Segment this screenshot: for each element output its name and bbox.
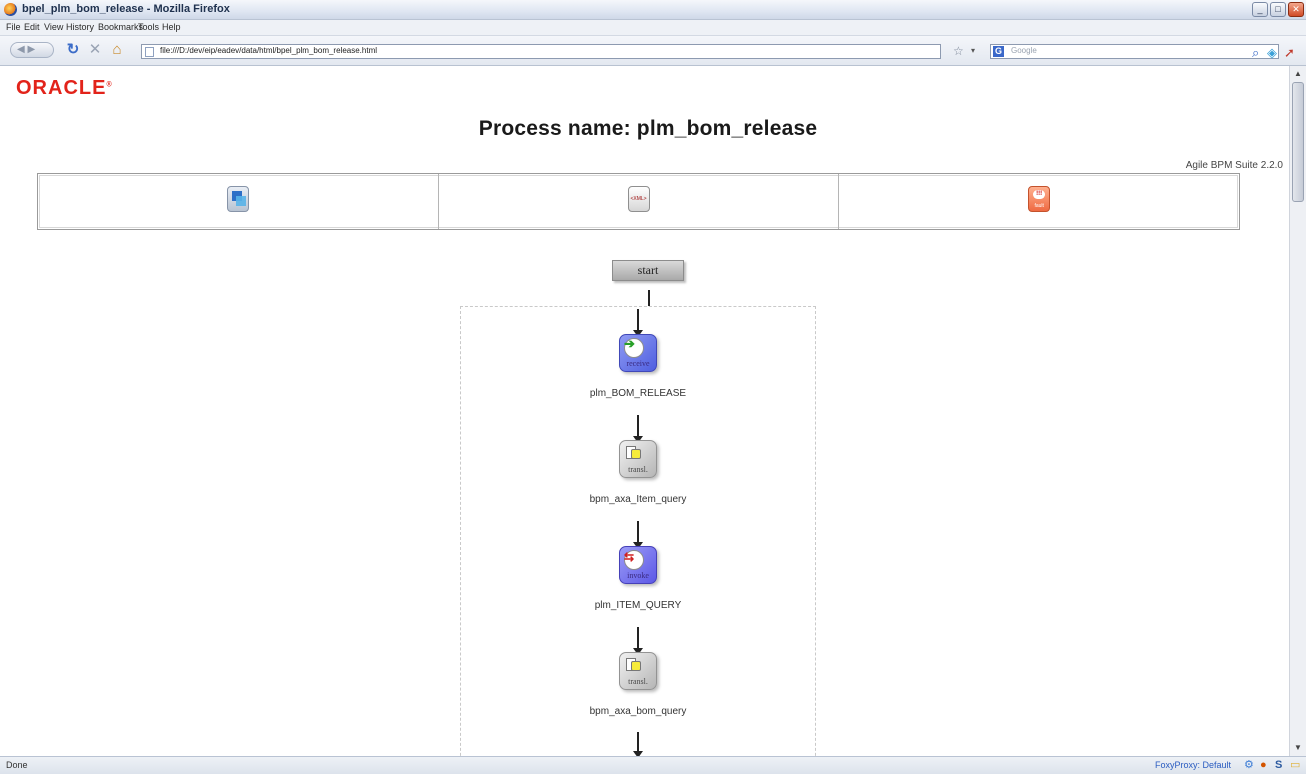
start-node[interactable]: start — [612, 260, 684, 281]
bookmark-star-icon[interactable]: ☆ — [953, 45, 964, 57]
activity-label[interactable]: bpm_axa_Item_query — [488, 494, 788, 505]
invoke-activity-icon[interactable]: ⇆ invoke — [619, 546, 657, 584]
xml-icon-label: <XML> — [630, 196, 647, 202]
status-text: Done — [6, 760, 28, 770]
scroll-down-icon[interactable]: ▼ — [1292, 742, 1304, 754]
window-title: bpel_plm_bom_release - Mozilla Firefox — [22, 3, 230, 15]
addon-icon[interactable]: ◈ — [1267, 46, 1277, 60]
home-icon[interactable]: ⌂ — [108, 41, 126, 59]
page-icon — [145, 47, 154, 57]
translate-activity-icon[interactable]: transl. — [619, 652, 657, 690]
url-text[interactable]: file:///D:/dev/eip/eadev/data/html/bpel_… — [160, 46, 377, 55]
search-input[interactable]: Google — [1011, 46, 1037, 55]
translate-activity-icon[interactable]: transl. — [619, 440, 657, 478]
search-icon[interactable]: ⌕ — [1252, 46, 1259, 60]
page-content: ORACLE® Process name: plm_bom_release Ag… — [10, 66, 1286, 756]
activity-type: receive — [626, 359, 650, 368]
s-icon[interactable]: S — [1275, 759, 1282, 772]
page-title: Process name: plm_bom_release — [478, 117, 818, 140]
addon-status-icon[interactable]: ● — [1260, 759, 1267, 772]
menu-tools[interactable]: Tools — [138, 22, 159, 32]
tab-xml[interactable]: <XML> — [439, 174, 840, 229]
process-diagram-icon[interactable] — [226, 186, 249, 212]
url-bar[interactable]: file:///D:/dev/eip/eadev/data/html/bpel_… — [141, 44, 941, 59]
tab-diagram[interactable] — [38, 174, 439, 229]
stop-icon[interactable]: ✕ — [86, 41, 104, 59]
back-forward-button[interactable]: ◀ ▶ — [10, 42, 54, 58]
activity-label[interactable]: plm_ITEM_QUERY — [488, 600, 788, 611]
search-box[interactable]: G Google — [990, 44, 1279, 59]
menu-bookmarks[interactable]: Bookmarks — [98, 22, 143, 32]
vertical-scrollbar[interactable]: ▲ ▼ — [1289, 66, 1306, 756]
invoke-arrows-icon: ⇆ — [624, 550, 635, 564]
flow-arrow — [633, 309, 643, 337]
activity-label[interactable]: plm_BOM_RELEASE — [488, 388, 788, 399]
fault-badge: !!! — [1033, 190, 1046, 199]
network-icon[interactable]: ⚙ — [1244, 759, 1254, 772]
flow-arrow — [633, 627, 643, 655]
menu-help[interactable]: Help — [162, 22, 181, 32]
tab-fault[interactable]: !!! fault — [839, 174, 1239, 229]
xml-source-icon[interactable]: <XML> — [627, 186, 650, 212]
menu-view[interactable]: View — [44, 22, 63, 32]
view-tabs: <XML> !!! fault — [37, 173, 1240, 230]
flow-arrow — [633, 521, 643, 549]
activity-type: invoke — [627, 571, 649, 580]
connector-line — [648, 290, 650, 306]
suite-version: Agile BPM Suite 2.2.0 — [1185, 160, 1283, 171]
receive-activity-icon[interactable]: ➔ receive — [619, 334, 657, 372]
maximize-button[interactable]: □ — [1270, 2, 1286, 17]
fault-icon[interactable]: !!! fault — [1028, 186, 1051, 212]
navigation-toolbar: ◀ ▶ ↻ ✕ ⌂ file:///D:/dev/eip/eadev/data/… — [0, 36, 1306, 66]
fault-icon-label: fault — [1034, 203, 1044, 209]
activity-label[interactable]: bpm_axa_bom_query — [488, 706, 788, 717]
receive-arrow-icon: ➔ — [624, 336, 635, 351]
pdf-icon[interactable]: ➚ — [1284, 46, 1295, 60]
firefox-icon — [4, 3, 17, 16]
close-button[interactable]: ✕ — [1288, 2, 1304, 17]
activity-type: transl. — [628, 465, 648, 474]
search-engine-icon[interactable]: G — [993, 46, 1004, 57]
folder-icon[interactable]: ▭ — [1290, 759, 1300, 772]
menu-bar: File Edit View History Bookmarks Tools H… — [0, 20, 1306, 36]
menu-edit[interactable]: Edit — [24, 22, 40, 32]
menu-history[interactable]: History — [66, 22, 94, 32]
reload-icon[interactable]: ↻ — [64, 41, 82, 59]
window-titlebar: bpel_plm_bom_release - Mozilla Firefox _… — [0, 0, 1306, 20]
chevron-down-icon[interactable]: ▾ — [971, 46, 975, 55]
status-bar: Done FoxyProxy: Default ⚙ ● S ▭ — [0, 756, 1306, 774]
scroll-up-icon[interactable]: ▲ — [1292, 68, 1304, 80]
scrollbar-thumb[interactable] — [1292, 82, 1304, 202]
flow-arrow — [633, 415, 643, 443]
flow-arrow — [633, 732, 643, 756]
oracle-logo: ORACLE® — [16, 77, 112, 99]
menu-file[interactable]: File — [6, 22, 21, 32]
minimize-button[interactable]: _ — [1252, 2, 1268, 17]
activity-type: transl. — [628, 677, 648, 686]
foxyproxy-status[interactable]: FoxyProxy: Default — [1155, 760, 1231, 770]
